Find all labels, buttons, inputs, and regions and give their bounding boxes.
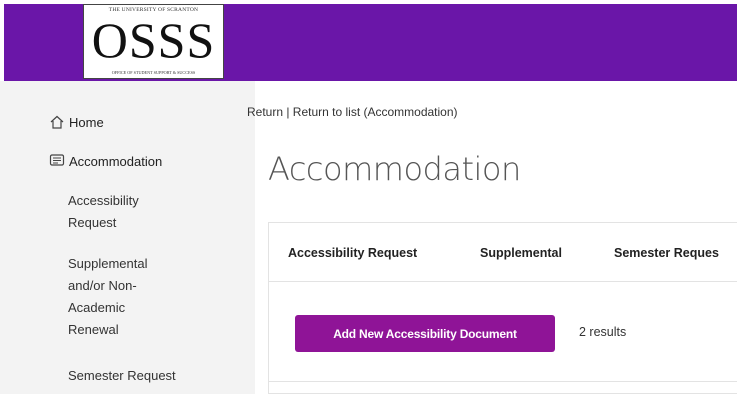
logo-office-text: OFFICE OF STUDENT SUPPORT & SUCCESS — [111, 70, 196, 75]
osss-logo[interactable]: THE UNIVERSITY OF SCRANTON OSSS OFFICE O… — [83, 4, 224, 79]
tab-accessibility-request[interactable]: Accessibility Request — [288, 246, 417, 260]
sidebar-item-accommodation[interactable]: Accommodation — [0, 153, 162, 169]
results-count: 2 results — [579, 325, 627, 339]
accommodation-card: Accessibility Request Supplemental Semes… — [268, 222, 737, 394]
add-accessibility-document-button[interactable]: Add New Accessibility Document — [295, 315, 555, 352]
divider — [269, 381, 737, 382]
logo-main-text: OSSS — [91, 12, 216, 68]
sidebar-subitem-supplemental-renewal[interactable]: Supplemental and/or Non-Academic Renewal — [68, 253, 178, 341]
tab-semester-request[interactable]: Semester Reques — [614, 246, 719, 260]
page-title: Accommodation — [268, 150, 521, 188]
sidebar-item-home[interactable]: Home — [0, 114, 104, 130]
sidebar: Home Accommodation Accessibility Request… — [0, 81, 255, 394]
sidebar-subitem-accessibility-request[interactable]: Accessibility Request — [68, 190, 168, 234]
home-icon — [49, 114, 65, 130]
sidebar-item-label: Home — [69, 114, 104, 130]
sidebar-item-label: Accommodation — [69, 153, 163, 169]
tab-supplemental[interactable]: Supplemental — [480, 246, 562, 260]
breadcrumb[interactable]: Return | Return to list (Accommodation) — [247, 105, 458, 119]
message-icon — [49, 153, 65, 169]
sidebar-subitem-semester-request[interactable]: Semester Request — [68, 365, 218, 387]
tab-bar: Accessibility Request Supplemental Semes… — [269, 223, 737, 282]
